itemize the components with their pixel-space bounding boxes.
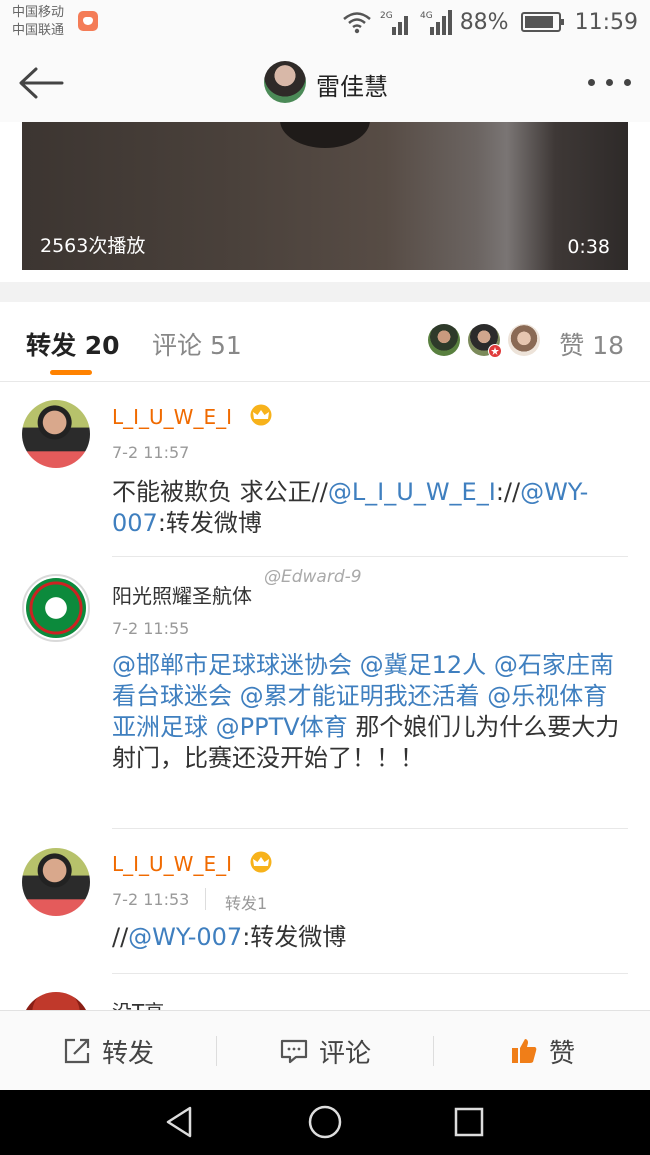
net-2g-label: 2G xyxy=(380,11,393,21)
like-button[interactable]: 赞 xyxy=(434,1011,650,1091)
mention-link[interactable]: @WY-007 xyxy=(128,923,242,951)
user-avatar[interactable] xyxy=(22,574,90,642)
comment-button[interactable]: 评论 xyxy=(217,1011,433,1091)
repost-item[interactable]: 阳光照耀圣航体 7-2 11:55 @邯郸市足球球迷协会 @冀足12人 @石家庄… xyxy=(0,558,650,829)
repost-button-label: 转发 xyxy=(101,1038,154,1069)
tab-reposts[interactable]: 转发 20 xyxy=(26,326,120,362)
carrier-labels: 中国移动 中国联通 xyxy=(12,4,64,40)
thumbs-up-icon xyxy=(511,1039,537,1063)
interaction-tabs: 转发 20 评论 51 赞 18 xyxy=(0,302,650,382)
repost-text: @邯郸市足球球迷协会 @冀足12人 @石家庄南看台球迷会 @累才能证明我还活着 … xyxy=(112,650,622,774)
tab-comments-count: 51 xyxy=(209,331,242,360)
notification-app-icon xyxy=(78,11,98,31)
status-bar: 中国移动 中国联通 2G 4G 88% 11:59 xyxy=(0,0,650,45)
text-segment: :// xyxy=(495,478,521,506)
repost-item[interactable]: L_I_U_W_E_I 7-2 11:57 不能被欺负 求公正//@L_I_U_… xyxy=(0,382,650,558)
active-tab-indicator xyxy=(50,370,92,375)
author-avatar[interactable] xyxy=(264,61,306,103)
post-time: 7-2 11:55 xyxy=(112,619,190,638)
signal-4g-icon: 4G xyxy=(420,10,452,35)
back-icon[interactable] xyxy=(16,65,64,101)
liker-badge-icon xyxy=(488,344,502,358)
user-avatar[interactable] xyxy=(22,848,90,916)
tab-likes[interactable]: 赞 18 xyxy=(559,326,624,362)
repost-count[interactable]: 转发1 xyxy=(225,890,267,914)
crown-icon xyxy=(250,404,272,426)
user-avatar[interactable] xyxy=(22,992,90,1010)
crown-icon xyxy=(250,851,272,873)
nav-recent-icon[interactable] xyxy=(451,1104,487,1140)
meta-separator xyxy=(205,888,206,910)
text-segment: :转发微博 xyxy=(157,509,262,537)
comment-button-label: 评论 xyxy=(318,1038,371,1069)
text-segment: // xyxy=(112,923,129,951)
user-name[interactable]: L_I_U_W_E_I xyxy=(112,852,232,876)
user-name[interactable]: 没T高 xyxy=(112,996,164,1010)
like-button-label: 赞 xyxy=(548,1038,575,1069)
more-icon[interactable] xyxy=(586,77,632,89)
nav-back-icon[interactable] xyxy=(162,1104,198,1140)
nav-home-icon[interactable] xyxy=(307,1104,343,1140)
tab-reposts-count: 20 xyxy=(84,331,120,360)
section-gap xyxy=(0,282,650,302)
tab-likes-label: 赞 xyxy=(559,331,585,360)
battery-percent: 88% xyxy=(459,9,509,35)
video-play-count: 2563次播放 xyxy=(40,235,146,257)
repost-button[interactable]: 转发 xyxy=(0,1011,216,1091)
comment-icon xyxy=(280,1039,308,1064)
tab-comments-label: 评论 xyxy=(152,331,203,360)
bottom-action-bar: 转发 评论 赞 xyxy=(0,1010,650,1090)
clock: 11:59 xyxy=(574,9,638,35)
user-avatar[interactable] xyxy=(22,400,90,468)
mention-link[interactable]: @邯郸市足球球迷协会 xyxy=(112,651,352,679)
repost-item[interactable]: L_I_U_W_E_I 7-2 11:53 转发1 //@WY-007:转发微博 xyxy=(0,828,650,974)
repost-text: 不能被欺负 求公正//@L_I_U_W_E_I://@WY-007:转发微博 xyxy=(112,477,622,539)
tab-likes-count: 18 xyxy=(592,331,624,360)
user-name[interactable]: L_I_U_W_E_I xyxy=(112,405,232,429)
mention-link[interactable]: @累才能证明我还活着 xyxy=(240,682,480,710)
net-4g-label: 4G xyxy=(420,11,433,21)
repost-text: //@WY-007:转发微博 xyxy=(112,922,622,953)
text-segment: :转发微博 xyxy=(242,923,347,951)
user-name[interactable]: 阳光照耀圣航体 xyxy=(112,580,252,609)
image-watermark: @Edward-9 xyxy=(264,567,362,587)
divider xyxy=(112,556,628,557)
text-segment: 不能被欺负 求公正// xyxy=(112,478,328,506)
top-nav-bar: 雷佳慧 xyxy=(0,45,650,122)
video-player[interactable]: 2563次播放 0:38 xyxy=(22,122,628,270)
repost-item[interactable]: 没T高 xyxy=(0,974,650,1010)
repost-icon xyxy=(64,1038,90,1064)
system-navigation-bar xyxy=(0,1090,650,1155)
status-indicators: 2G 4G 88% 11:59 xyxy=(342,8,638,36)
mention-link[interactable]: @冀足12人 xyxy=(360,651,487,679)
mention-link[interactable]: @PPTV体育 xyxy=(216,713,348,741)
tab-reposts-label: 转发 xyxy=(26,331,77,360)
liker-avatar[interactable] xyxy=(428,324,460,356)
wifi-icon xyxy=(342,12,371,34)
post-time: 7-2 11:57 xyxy=(112,443,190,462)
liker-avatar[interactable] xyxy=(508,324,540,356)
mention-link[interactable]: @L_I_U_W_E_I xyxy=(328,478,496,506)
carrier-2: 中国联通 xyxy=(12,23,65,38)
battery-icon xyxy=(520,12,564,32)
author-name[interactable]: 雷佳慧 xyxy=(316,67,388,102)
video-duration: 0:38 xyxy=(567,236,610,258)
video-frame-detail xyxy=(280,122,370,148)
tab-comments[interactable]: 评论 51 xyxy=(152,326,242,362)
signal-2g-icon: 2G xyxy=(380,11,408,35)
post-time: 7-2 11:53 xyxy=(112,890,190,909)
carrier-1: 中国移动 xyxy=(12,5,65,20)
